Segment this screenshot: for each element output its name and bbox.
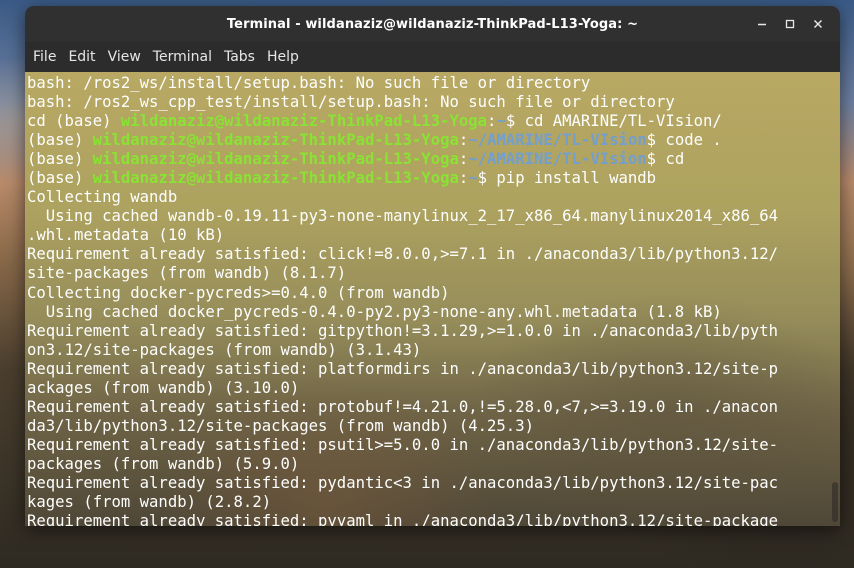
terminal-line: Using cached wandb-0.19.11-py3-none-many…	[27, 207, 779, 226]
command-text: $ cd	[646, 150, 685, 169]
maximize-button[interactable]	[776, 10, 804, 38]
prompt-user: wildanaziz@wildanaziz-ThinkPad-L13-Yoga	[92, 150, 459, 169]
menu-help[interactable]: Help	[261, 49, 305, 65]
prompt-user: wildanaziz@wildanaziz-ThinkPad-L13-Yoga	[92, 131, 459, 150]
terminal-line: Requirement already satisfied: psutil>=5…	[27, 435, 779, 454]
terminal-line: Requirement already satisfied: platformd…	[27, 359, 779, 378]
close-button[interactable]	[804, 10, 832, 38]
title-bar[interactable]: Terminal - wildanaziz@wildanaziz-ThinkPa…	[25, 6, 840, 42]
scrollbar[interactable]	[832, 76, 838, 522]
command-text: $ code .	[646, 131, 722, 150]
prompt-path: ~/AMARINE/TL-VIsion	[468, 150, 647, 169]
window-title: Terminal - wildanaziz@wildanaziz-ThinkPa…	[226, 16, 639, 32]
minimize-button[interactable]	[748, 10, 776, 38]
terminal-line: (base) wildanaziz@wildanaziz-ThinkPad-L1…	[27, 131, 828, 150]
terminal-line: Requirement already satisfied: pyyaml in…	[27, 512, 779, 526]
terminal-line: packages (from wandb) (5.9.0)	[27, 454, 300, 473]
menu-edit[interactable]: Edit	[62, 49, 101, 65]
window-controls	[748, 6, 832, 42]
command-text: $ cd AMARINE/TL-VIsion/	[505, 112, 722, 131]
terminal-line: Requirement already satisfied: gitpython…	[27, 321, 779, 340]
terminal-line: .whl.metadata (10 kB)	[27, 226, 225, 245]
terminal-line: bash: /ros2_ws/install/setup.bash: No su…	[27, 74, 591, 92]
terminal-line: Collecting docker-pycreds>=0.4.0 (from w…	[27, 283, 450, 302]
terminal-line: Requirement already satisfied: click!=8.…	[27, 245, 779, 264]
maximize-icon	[785, 19, 795, 29]
prompt-separator: :	[458, 169, 469, 188]
prompt-prefix: cd (base)	[27, 112, 121, 131]
terminal-line: (base) wildanaziz@wildanaziz-ThinkPad-L1…	[27, 169, 828, 188]
prompt-separator: :	[458, 150, 469, 169]
terminal-line: bash: /ros2_ws_cpp_test/install/setup.ba…	[27, 93, 675, 112]
menu-view[interactable]: View	[102, 49, 147, 65]
prompt-prefix: (base)	[27, 150, 93, 169]
command-text: $ pip install wandb	[477, 169, 657, 188]
prompt-user: wildanaziz@wildanaziz-ThinkPad-L13-Yoga	[120, 112, 488, 131]
terminal-line: ackages (from wandb) (3.10.0)	[27, 378, 300, 397]
terminal-line: Requirement already satisfied: pydantic<…	[27, 473, 779, 492]
terminal-line: da3/lib/python3.12/site-packages (from w…	[27, 416, 534, 435]
close-icon	[814, 20, 822, 28]
prompt-path: ~	[496, 112, 506, 131]
terminal-line: cd (base) wildanaziz@wildanaziz-ThinkPad…	[27, 112, 828, 131]
terminal-line: (base) wildanaziz@wildanaziz-ThinkPad-L1…	[27, 150, 828, 169]
terminal-line: site-packages (from wandb) (8.1.7)	[27, 264, 347, 283]
menu-file[interactable]: File	[27, 49, 62, 65]
menu-terminal[interactable]: Terminal	[147, 49, 218, 65]
terminal-output: bash: /ros2_ws/install/setup.bash: No su…	[27, 74, 828, 526]
prompt-path: ~	[468, 169, 478, 188]
prompt-prefix: (base)	[27, 169, 93, 188]
menu-tabs[interactable]: Tabs	[218, 49, 261, 65]
terminal-line: Requirement already satisfied: protobuf!…	[27, 397, 779, 416]
prompt-prefix: (base)	[27, 131, 93, 150]
terminal-line: Using cached docker_pycreds-0.4.0-py2.py…	[27, 302, 722, 321]
minimize-icon	[758, 23, 766, 26]
prompt-path: ~/AMARINE/TL-VIsion	[468, 131, 647, 150]
terminal-area[interactable]: bash: /ros2_ws/install/setup.bash: No su…	[25, 72, 840, 526]
terminal-line: kages (from wandb) (2.8.2)	[27, 493, 272, 512]
prompt-user: wildanaziz@wildanaziz-ThinkPad-L13-Yoga	[92, 169, 459, 188]
menu-bar: File Edit View Terminal Tabs Help	[25, 42, 840, 72]
terminal-line: on3.12/site-packages (from wandb) (3.1.4…	[27, 340, 422, 359]
terminal-window[interactable]: Terminal - wildanaziz@wildanaziz-ThinkPa…	[25, 6, 840, 526]
scrollbar-thumb[interactable]	[832, 482, 838, 522]
terminal-line: Collecting wandb	[27, 188, 178, 207]
prompt-separator: :	[458, 131, 469, 150]
